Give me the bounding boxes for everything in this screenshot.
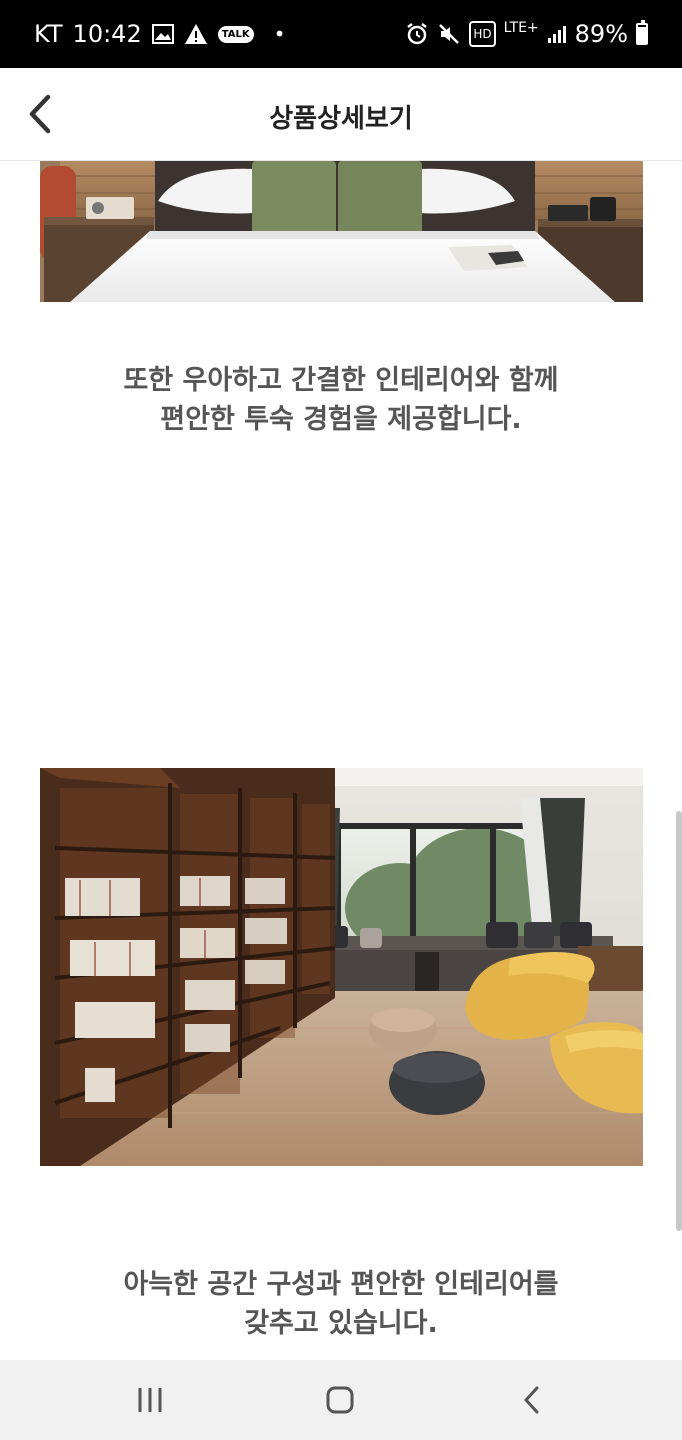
carrier-label: KT: [34, 20, 63, 48]
status-right: HD LTE+ 89%: [405, 20, 648, 48]
caption-room-interior: 또한 우아하고 간결한 인테리어와 함께 편안한 투숙 경험을 제공합니다.: [0, 361, 682, 439]
lte-indicator: LTE+: [503, 20, 539, 36]
talk-badge-label: TALK: [217, 25, 254, 43]
gallery-notification-icon: [151, 21, 174, 47]
status-bar: KT 10:42 TALK • HD LTE+ 89%: [0, 0, 682, 68]
nav-back-icon: [524, 1386, 539, 1414]
caption-line: 또한 우아하고 간결한 인테리어와 함께: [123, 365, 559, 396]
caption-line: 아늑한 공간 구성과 편안한 인테리어를: [123, 1269, 559, 1300]
battery-icon: [636, 20, 648, 45]
product-detail-content: 또한 우아하고 간결한 인테리어와 함께 편안한 투숙 경험을 제공합니다. 아…: [0, 161, 682, 1360]
status-left: KT 10:42 TALK •: [34, 20, 285, 48]
nav-back-button[interactable]: [502, 1380, 562, 1420]
recent-apps-icon: [138, 1388, 162, 1412]
scrollbar-thumb[interactable]: [676, 811, 682, 1231]
system-nav-bar: [0, 1360, 682, 1440]
app-header: 상품상세보기: [0, 68, 682, 161]
library-lounge-photo: [40, 768, 643, 1166]
clock: 10:42: [72, 20, 142, 48]
more-notifications-dot: •: [273, 22, 286, 46]
caption-line: 편안한 투숙 경험을 제공합니다.: [160, 404, 522, 435]
kakaotalk-icon: TALK: [217, 21, 254, 47]
battery-percent: 89%: [574, 20, 628, 48]
caption-lounge-interior: 아늑한 공간 구성과 편안한 인테리어를 갖추고 있습니다.: [0, 1265, 682, 1343]
signal-icon: [547, 21, 567, 47]
battery-fill: [638, 26, 646, 43]
hd-voice-badge: HD: [469, 21, 496, 47]
alarm-icon: [405, 21, 429, 47]
home-button[interactable]: [310, 1380, 370, 1420]
mute-icon: [437, 21, 461, 47]
home-icon: [326, 1386, 354, 1414]
page-title: 상품상세보기: [269, 104, 413, 134]
caption-line: 갖추고 있습니다.: [244, 1308, 438, 1339]
recent-apps-button[interactable]: [120, 1380, 180, 1420]
warning-icon: [184, 21, 208, 47]
hotel-room-photo: [40, 161, 643, 302]
